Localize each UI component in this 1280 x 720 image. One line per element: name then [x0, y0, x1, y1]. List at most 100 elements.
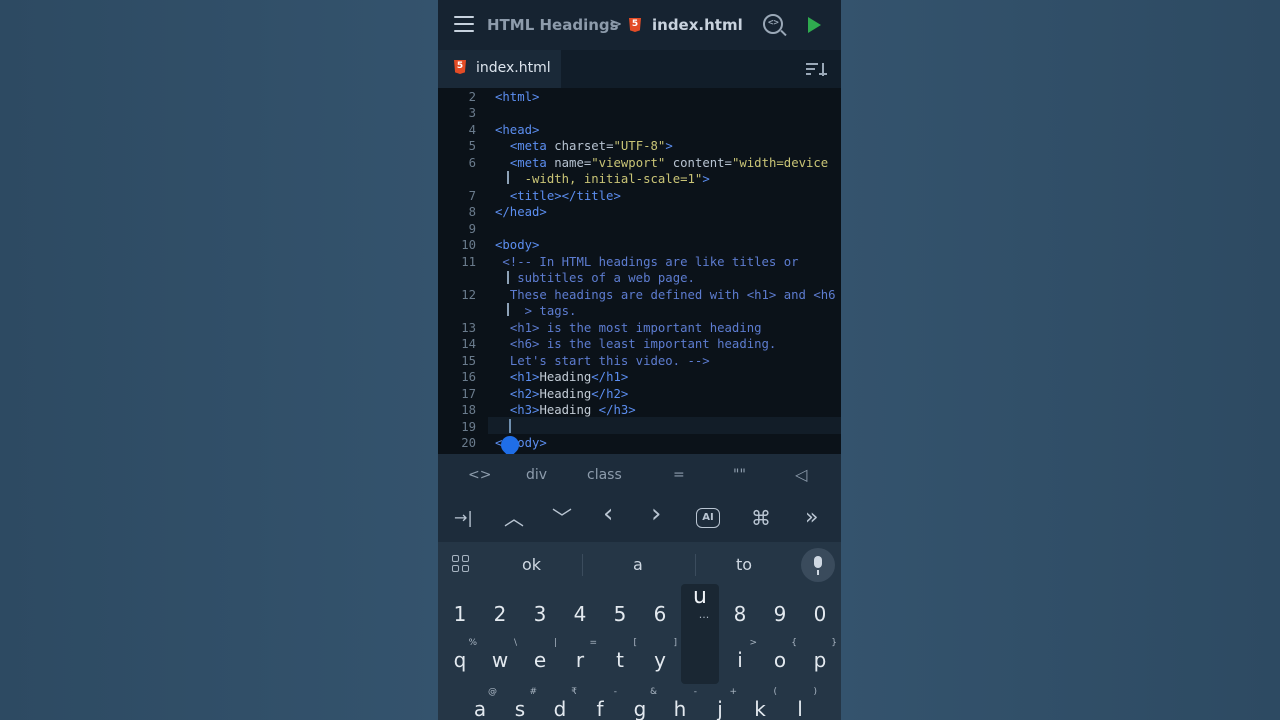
more-icon[interactable]: »	[805, 506, 818, 530]
suggestion-to[interactable]: to	[736, 555, 752, 574]
code-line[interactable]: 4 <head>	[438, 122, 841, 139]
code-line[interactable]: 16 <h1>Heading</h1>	[438, 369, 841, 386]
line-number: 4	[468, 122, 476, 137]
code-search-icon[interactable]: <>	[763, 14, 783, 34]
line-number: 8	[468, 205, 476, 219]
line-number: 17	[461, 386, 476, 401]
code-editor[interactable]: 2 <html> 3 4 <head> 5 <meta charset="UTF-8"> 6…	[438, 88, 841, 454]
code-line[interactable]: 10 <body>	[438, 237, 841, 254]
key-3[interactable]: 3	[520, 592, 560, 638]
code-line[interactable]: 19	[438, 419, 841, 436]
line-number: 13	[461, 320, 476, 335]
tab-key-icon[interactable]: →|	[454, 506, 473, 530]
microphone-icon[interactable]	[801, 548, 835, 582]
run-icon[interactable]	[808, 17, 821, 33]
suggestion-ok[interactable]: ok	[522, 555, 541, 574]
wrap-guide	[507, 303, 509, 316]
code-line[interactable]: 11 <!-- In HTML headings are like titles…	[438, 254, 841, 271]
key-s[interactable]: s #	[500, 687, 540, 720]
html5-file-icon: 5	[629, 18, 641, 32]
arrow-right-icon[interactable]: ›	[651, 501, 661, 527]
code-line[interactable]: 5 <meta charset="UTF-8">	[438, 138, 841, 155]
code-line[interactable]: 8 </head>	[438, 204, 841, 221]
key-9[interactable]: 9	[760, 592, 800, 638]
ai-assist-icon[interactable]: AI	[696, 508, 720, 528]
background-right	[841, 0, 1280, 720]
snippet-tag[interactable]: <>	[468, 467, 491, 483]
line-number: 10	[461, 238, 476, 252]
key-g[interactable]: g &	[620, 687, 660, 720]
line-code: <title></title>	[509, 188, 621, 203]
code-line[interactable]: 12 These headings are defined with <h1> …	[438, 287, 841, 304]
line-number: 20	[461, 436, 476, 450]
suggestion-divider	[695, 554, 696, 576]
code-line[interactable]: 15 Let's start this video. -->	[438, 353, 841, 370]
key-e[interactable]: e |	[520, 638, 560, 684]
code-line[interactable]: 17 <h2>Heading</h2>	[438, 386, 841, 403]
key-h[interactable]: h-	[660, 687, 700, 720]
line-code: These headings are defined with <h1> and…	[509, 287, 836, 302]
snippet-quotes[interactable]: ""	[733, 467, 746, 483]
arrow-down-icon[interactable]: ﹀	[552, 506, 572, 530]
code-line[interactable]: 20 </body>	[438, 435, 841, 452]
code-line[interactable]: 2 <html>	[438, 89, 841, 106]
code-line[interactable]: 18 <h3>Heading </h3>	[438, 402, 841, 419]
code-line[interactable]: > tags.	[438, 303, 841, 320]
key-a[interactable]: a @	[460, 687, 500, 720]
key-6[interactable]: 6	[640, 592, 680, 638]
suggestion-a[interactable]: a	[633, 555, 643, 574]
wrap-guide	[507, 271, 509, 284]
key-w[interactable]: w \	[480, 638, 520, 684]
key-k[interactable]: k(	[740, 687, 780, 720]
key-5[interactable]: 5	[600, 592, 640, 638]
snippet-div[interactable]: div	[526, 467, 547, 483]
line-code: <meta charset="UTF-8">	[509, 139, 673, 153]
arrow-up-icon[interactable]: ︿	[504, 506, 524, 530]
apps-grid-icon[interactable]	[452, 555, 470, 573]
line-number: 16	[461, 370, 476, 384]
key-f[interactable]: f-	[580, 687, 620, 720]
tab-index-html[interactable]: 5 index.html	[438, 50, 561, 88]
code-line[interactable]: 13 <h1> is the most important heading	[438, 320, 841, 337]
line-code: <!-- In HTML headings are like titles or	[502, 254, 799, 269]
breadcrumb-separator: >	[609, 14, 623, 33]
code-line[interactable]: -width, initial-scale=1">	[438, 171, 841, 188]
snippet-bar: <> div class = "" ◁	[438, 454, 841, 496]
code-line[interactable]: 6 <meta name="viewport" content="width=d…	[438, 155, 841, 172]
line-number: 6	[468, 155, 476, 170]
code-line[interactable]: 14 <h6> is the least important heading.	[438, 336, 841, 353]
send-icon[interactable]: ◁	[795, 465, 807, 484]
key-d[interactable]: d ₹	[540, 687, 580, 720]
breadcrumb-file[interactable]: index.html	[652, 16, 743, 34]
line-number: 14	[461, 337, 476, 351]
code-line[interactable]: 7 <title></title>	[438, 188, 841, 205]
line-number: 18	[461, 403, 476, 417]
wrap-guide	[507, 171, 509, 184]
key-r[interactable]: r =	[560, 638, 600, 684]
arrow-left-icon[interactable]: ‹	[603, 501, 613, 527]
key-y[interactable]: y]	[640, 638, 680, 684]
snippet-equals[interactable]: =	[673, 467, 685, 483]
code-line[interactable]: 3	[438, 105, 841, 122]
tab-bar: 5 index.html	[438, 50, 841, 88]
key-q[interactable]: q%	[440, 638, 480, 684]
key-l[interactable]: l)	[780, 687, 820, 720]
key-o[interactable]: o{	[760, 638, 800, 684]
key-p[interactable]: p}	[800, 638, 840, 684]
key-0[interactable]: 0	[800, 592, 840, 638]
key-1[interactable]: 1	[440, 592, 480, 638]
breadcrumb-project[interactable]: HTML Headings	[487, 16, 619, 34]
code-line[interactable]: 9	[438, 221, 841, 238]
snippet-class[interactable]: class	[587, 467, 622, 483]
key-4[interactable]: 4	[560, 592, 600, 638]
code-line[interactable]: subtitles of a web page.	[438, 270, 841, 287]
key-j[interactable]: j +	[700, 687, 740, 720]
key-t[interactable]: t[	[600, 638, 640, 684]
soft-keyboard: ok a to 1 2 3 4 5 6 8 9 0 q% w \ e | r = t[y] i > o{p} a @ s # d…	[438, 542, 841, 720]
key-2[interactable]: 2	[480, 592, 520, 638]
command-icon[interactable]: ⌘	[751, 506, 771, 530]
menu-icon[interactable]	[454, 16, 474, 32]
html5-file-icon: 5	[454, 60, 466, 74]
sort-icon[interactable]	[806, 62, 828, 78]
key-i[interactable]: i >	[720, 638, 760, 684]
